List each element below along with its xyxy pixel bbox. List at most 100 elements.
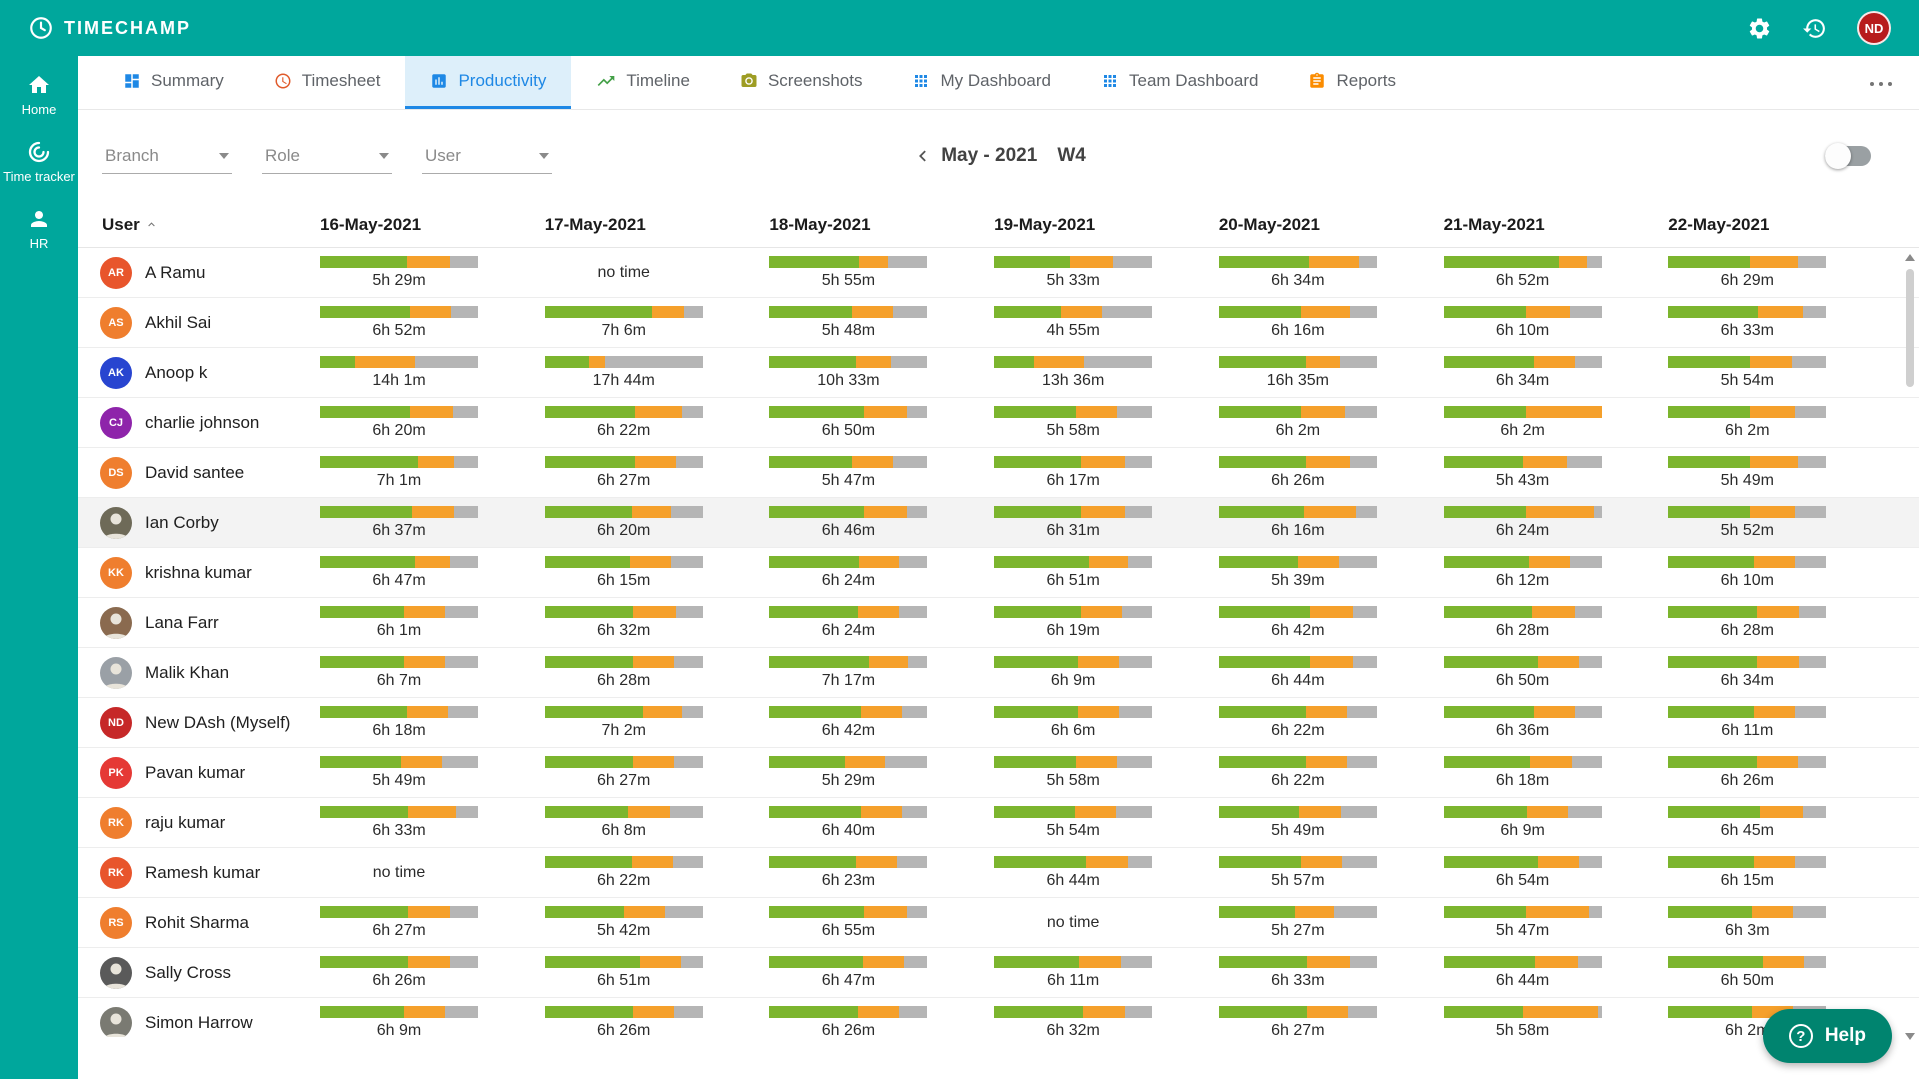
- table-row[interactable]: Sally Cross6h 26m6h 51m6h 47m6h 11m6h 33…: [78, 948, 1919, 998]
- productivity-bar: 6h 18m: [1444, 756, 1602, 790]
- user-filter[interactable]: User: [422, 139, 552, 174]
- scroll-up-arrow[interactable]: [1905, 254, 1915, 261]
- avatar: [100, 657, 132, 689]
- sidebar-item-home[interactable]: Home: [0, 62, 78, 129]
- productivity-bar: 6h 17m: [994, 456, 1152, 490]
- tab-summary[interactable]: Summary: [98, 56, 249, 109]
- branch-filter[interactable]: Branch: [102, 139, 232, 174]
- role-filter[interactable]: Role: [262, 139, 392, 174]
- column-header-date: 20-May-2021: [1219, 215, 1444, 235]
- time-label: 6h 18m: [320, 722, 478, 740]
- day-cell: 6h 34m: [1219, 256, 1444, 290]
- bar-track: [1668, 956, 1826, 968]
- bar-productive-segment: [545, 556, 630, 568]
- table-row[interactable]: Ian Corby6h 37m6h 20m6h 46m6h 31m6h 16m6…: [78, 498, 1919, 548]
- tab-timeline[interactable]: Timeline: [571, 56, 715, 109]
- sidebar-item-hr[interactable]: HR: [0, 196, 78, 263]
- productivity-bar: 5h 52m: [1668, 506, 1826, 540]
- column-header-user[interactable]: User: [78, 215, 320, 235]
- toggle-switch[interactable]: [1825, 146, 1871, 166]
- sidebar-item-time-tracker[interactable]: Time tracker: [0, 129, 78, 196]
- table-row[interactable]: PKPavan kumar5h 49m6h 27m5h 29m5h 58m6h …: [78, 748, 1919, 798]
- bar-track: [320, 356, 478, 368]
- bar-track: [769, 656, 927, 668]
- chevron-left-icon[interactable]: [911, 145, 933, 167]
- tab-my-dashboard[interactable]: My Dashboard: [887, 56, 1076, 109]
- bar-track: [320, 556, 478, 568]
- productivity-bar: 5h 47m: [769, 456, 927, 490]
- bar-track: [1444, 1006, 1602, 1018]
- scroll-down-arrow[interactable]: [1905, 1033, 1915, 1040]
- settings-icon[interactable]: [1747, 16, 1772, 41]
- help-button[interactable]: ? Help: [1763, 1009, 1892, 1063]
- user-avatar[interactable]: ND: [1857, 11, 1891, 45]
- bar-productive-segment: [1444, 256, 1559, 268]
- day-cell: no time: [994, 914, 1219, 932]
- table-row[interactable]: ASAkhil Sai6h 52m7h 6m5h 48m4h 55m6h 16m…: [78, 298, 1919, 348]
- time-label: 17h 44m: [545, 372, 703, 390]
- table-row[interactable]: RKraju kumar6h 33m6h 8m6h 40m5h 54m5h 49…: [78, 798, 1919, 848]
- tab-label: My Dashboard: [940, 71, 1051, 91]
- day-cell: 5h 42m: [545, 906, 770, 940]
- bar-neutral-segment: [1298, 556, 1339, 568]
- bar-neutral-segment: [1750, 356, 1791, 368]
- table-row[interactable]: RSRohit Sharma6h 27m5h 42m6h 55mno time5…: [78, 898, 1919, 948]
- bar-track: [994, 256, 1152, 268]
- table-row[interactable]: NDNew DAsh (Myself)6h 18m7h 2m6h 42m6h 6…: [78, 698, 1919, 748]
- bar-neutral-segment: [1306, 756, 1347, 768]
- tab-productivity[interactable]: Productivity: [405, 56, 571, 109]
- time-label: 6h 24m: [1444, 522, 1602, 540]
- day-cell: 5h 49m: [1668, 456, 1893, 490]
- day-cell: 6h 9m: [320, 1006, 545, 1038]
- productivity-bar: 6h 36m: [1444, 706, 1602, 740]
- more-options-icon[interactable]: [1869, 74, 1893, 92]
- vertical-scrollbar[interactable]: [1902, 252, 1917, 1042]
- bar-track: [994, 656, 1152, 668]
- productivity-bar: 6h 7m: [320, 656, 478, 690]
- history-icon[interactable]: [1802, 16, 1827, 41]
- table-row[interactable]: DSDavid santee7h 1m6h 27m5h 47m6h 17m6h …: [78, 448, 1919, 498]
- table-row[interactable]: CJcharlie johnson6h 20m6h 22m6h 50m5h 58…: [78, 398, 1919, 448]
- productivity-bar: 6h 44m: [1444, 956, 1602, 990]
- bar-productive-segment: [1219, 806, 1300, 818]
- table-row[interactable]: AKAnoop k14h 1m17h 44m10h 33m13h 36m16h …: [78, 348, 1919, 398]
- scrollbar-thumb[interactable]: [1906, 269, 1914, 387]
- bar-neutral-segment: [1530, 756, 1571, 768]
- bar-productive-segment: [994, 306, 1060, 318]
- table-row[interactable]: RKRamesh kumarno time6h 22m6h 23m6h 44m5…: [78, 848, 1919, 898]
- productivity-bar: 6h 12m: [1444, 556, 1602, 590]
- avatar: RK: [100, 807, 132, 839]
- bar-productive-segment: [1444, 806, 1528, 818]
- table-row[interactable]: Simon Harrow6h 9m6h 26m6h 26m6h 32m6h 27…: [78, 998, 1919, 1037]
- tab-screenshots[interactable]: Screenshots: [715, 56, 888, 109]
- table-row[interactable]: Lana Farr6h 1m6h 32m6h 24m6h 19m6h 42m6h…: [78, 598, 1919, 648]
- user-cell: DSDavid santee: [78, 457, 320, 489]
- time-label: 6h 27m: [320, 922, 478, 940]
- productivity-bar: 5h 39m: [1219, 556, 1377, 590]
- tab-reports[interactable]: Reports: [1283, 56, 1421, 109]
- bar-neutral-segment: [1309, 256, 1360, 268]
- bar-neutral-segment: [404, 1006, 445, 1018]
- table-row[interactable]: KKkrishna kumar6h 47m6h 15m6h 24m6h 51m5…: [78, 548, 1919, 598]
- productivity-bar: 6h 9m: [1444, 806, 1602, 840]
- bar-neutral-segment: [1306, 456, 1350, 468]
- tab-timesheet[interactable]: Timesheet: [249, 56, 406, 109]
- user-header-label: User: [102, 215, 140, 235]
- bar-neutral-segment: [845, 756, 885, 768]
- column-header-date: 19-May-2021: [994, 215, 1219, 235]
- time-label: 6h 55m: [769, 922, 927, 940]
- bar-neutral-segment: [1078, 706, 1119, 718]
- bar-track: [545, 856, 703, 868]
- table-row[interactable]: ARA Ramu5h 29mno time5h 55m5h 33m6h 34m6…: [78, 248, 1919, 298]
- bar-productive-segment: [1668, 606, 1756, 618]
- user-filter-label: User: [425, 146, 461, 166]
- bar-track: [994, 856, 1152, 868]
- user-name: David santee: [145, 463, 244, 483]
- bar-neutral-segment: [1034, 356, 1085, 368]
- bar-track: [1668, 406, 1826, 418]
- bar-track: [320, 506, 478, 518]
- table-row[interactable]: Malik Khan6h 7m6h 28m7h 17m6h 9m6h 44m6h…: [78, 648, 1919, 698]
- tab-team-dashboard[interactable]: Team Dashboard: [1076, 56, 1283, 109]
- time-label: 6h 27m: [545, 472, 703, 490]
- user-name: charlie johnson: [145, 413, 259, 433]
